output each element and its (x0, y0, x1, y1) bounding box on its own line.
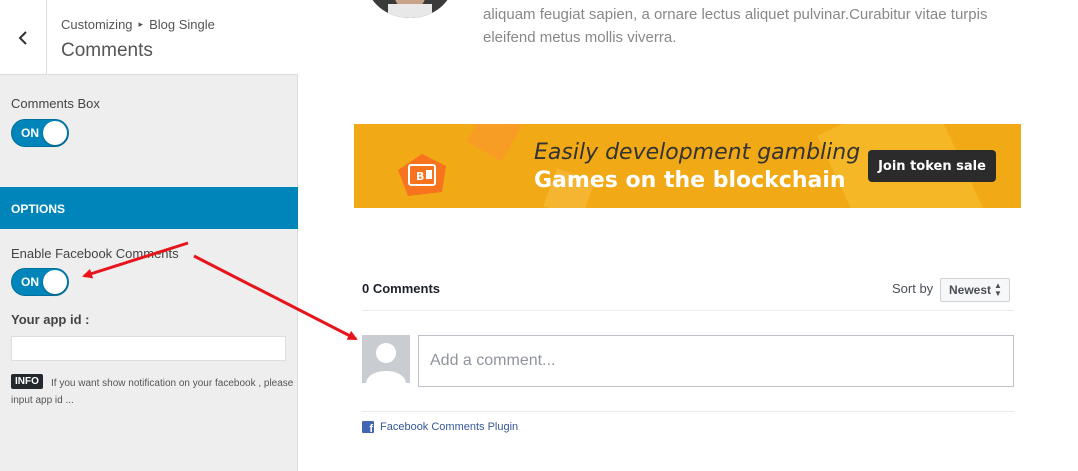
facebook-comments-label: Enable Facebook Comments (11, 246, 179, 261)
comments-box-label: Comments Box (11, 96, 100, 111)
banner-subheadline: Games on the blockchain (534, 168, 846, 193)
commenter-avatar (362, 335, 410, 383)
toggle-state: ON (21, 275, 39, 289)
default-user-icon (366, 343, 406, 383)
back-button[interactable] (0, 0, 47, 75)
ad-banner[interactable]: B Easily development gambling Games on t… (354, 124, 1021, 208)
plugin-label: Facebook Comments Plugin (380, 421, 519, 433)
svg-text:B: B (416, 170, 424, 183)
customizer-sidebar: Customizing ▸ Blog Single Comments Comme… (0, 0, 298, 471)
add-comment-input[interactable]: Add a comment... (418, 335, 1014, 387)
facebook-comments-toggle[interactable]: ON (11, 268, 69, 296)
toggle-knob (43, 121, 67, 145)
toggle-knob (43, 270, 67, 294)
options-section-header: OPTIONS (0, 187, 298, 229)
toggle-state: ON (21, 126, 39, 140)
sort-value: Newest (949, 283, 992, 297)
join-token-sale-button[interactable]: Join token sale (868, 150, 996, 182)
divider (362, 411, 1014, 412)
panel-title: Comments (61, 40, 153, 61)
facebook-comments-plugin-link[interactable]: f Facebook Comments Plugin (362, 421, 519, 435)
breadcrumb-separator-icon: ▸ (138, 19, 144, 29)
breadcrumb: Customizing ▸ Blog Single (61, 17, 215, 32)
app-id-input[interactable] (11, 336, 286, 361)
author-avatar (366, 0, 454, 18)
sort-by-label: Sort by (892, 281, 934, 296)
token-logo-icon: B (398, 154, 446, 196)
breadcrumb-section: Blog Single (149, 17, 215, 32)
comment-count: 0 Comments (362, 281, 441, 296)
sort-arrows-icon: ▲ ▼ (994, 281, 1002, 298)
app-id-label: Your app id : (11, 312, 90, 327)
facebook-icon: f (362, 421, 374, 435)
divider (362, 310, 1014, 311)
breadcrumb-parent: Customizing (61, 17, 133, 32)
sort-select[interactable]: Newest ▲ ▼ (940, 278, 1010, 302)
sidebar-header: Customizing ▸ Blog Single Comments (0, 0, 298, 75)
info-badge: INFO (11, 374, 43, 389)
chevron-left-icon (18, 30, 27, 45)
author-bio-text: aliquam feugiat sapien, a ornare lectus … (483, 6, 988, 46)
banner-headline: Easily development gambling (534, 140, 861, 165)
info-help-text: If you want show notification on your fa… (11, 378, 294, 406)
comments-box-toggle[interactable]: ON (11, 119, 69, 147)
